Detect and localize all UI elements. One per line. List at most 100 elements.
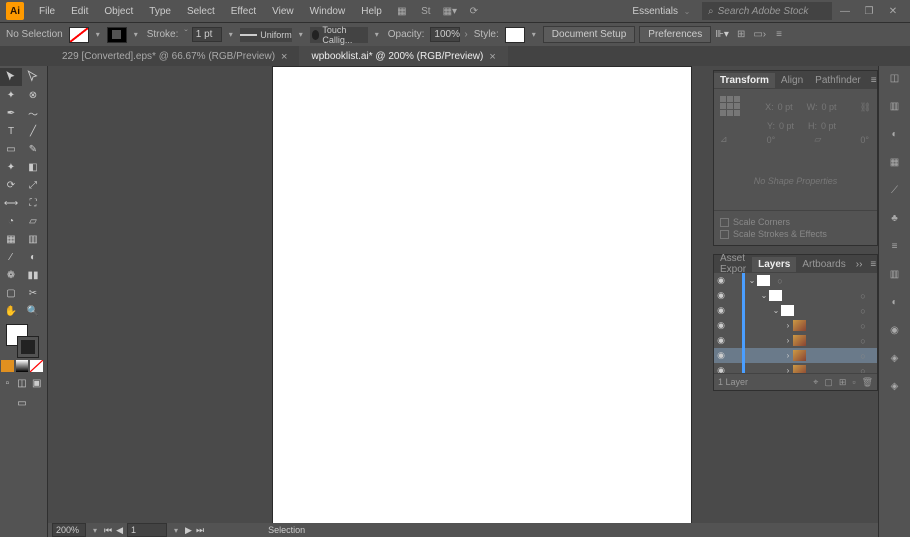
expand-arrow-icon[interactable]: ⌄ <box>747 276 757 285</box>
tab-transform[interactable]: Transform <box>714 73 775 88</box>
shaper-tool[interactable]: ✦ <box>0 158 22 176</box>
menu-object[interactable]: Object <box>97 3 140 20</box>
controlbar-menu-icon[interactable]: ≡ <box>776 29 782 40</box>
shape-builder-tool[interactable]: ◔ <box>0 212 22 230</box>
menu-help[interactable]: Help <box>354 3 389 20</box>
opacity-arrow[interactable]: › <box>464 29 467 40</box>
nav-last-icon[interactable]: ⏭ <box>196 525 204 536</box>
gradient-tool[interactable]: ▥ <box>22 230 44 248</box>
brushes-panel-icon[interactable]: ⟋ <box>885 180 905 200</box>
expand-arrow-icon[interactable]: › <box>783 351 793 360</box>
appearance-panel-icon[interactable]: ◉ <box>885 320 905 340</box>
preferences-button[interactable]: Preferences <box>639 26 711 43</box>
blend-tool[interactable]: ◐ <box>22 248 44 266</box>
slice-tool[interactable]: ✂ <box>22 284 44 302</box>
layer-name[interactable]: ○ <box>774 276 877 286</box>
gpu-icon[interactable]: ⟳ <box>465 2 483 20</box>
menu-type[interactable]: Type <box>142 3 178 20</box>
essentials-collapse[interactable]: ⊞ <box>737 29 745 40</box>
target-icon[interactable]: ○ <box>857 291 869 301</box>
rectangle-tool[interactable]: ▭ <box>0 140 22 158</box>
menu-effect[interactable]: Effect <box>224 3 263 20</box>
free-transform-tool[interactable]: ⛶ <box>22 194 44 212</box>
menu-edit[interactable]: Edit <box>64 3 95 20</box>
brush-dropdown[interactable]: ▾ <box>372 28 382 42</box>
zoom-level[interactable]: 200% <box>52 523 86 537</box>
properties-panel-icon[interactable]: ◫ <box>885 68 905 88</box>
visibility-toggle-icon[interactable]: ◉ <box>714 290 728 301</box>
delete-layer-icon[interactable]: 🗑 <box>862 377 873 388</box>
y-value[interactable]: 0 pt <box>777 121 796 131</box>
stroke-stepper-down[interactable]: ˇ <box>184 29 187 40</box>
w-value[interactable]: 0 pt <box>819 102 838 112</box>
width-tool[interactable]: ⟷ <box>0 194 22 212</box>
layer-row[interactable]: ◉ › ○ <box>714 348 877 363</box>
layer-row[interactable]: ◉ ⌄ ○ <box>714 288 877 303</box>
artboard-nav-dropdown[interactable]: ▾ <box>171 523 181 537</box>
layer-row[interactable]: ◉›○ <box>714 318 877 333</box>
visibility-toggle-icon[interactable]: ◉ <box>714 275 728 286</box>
menu-window[interactable]: Window <box>303 3 353 20</box>
tab-align[interactable]: Align <box>775 73 809 88</box>
stroke-profile[interactable]: Uniform <box>240 28 292 42</box>
layer-row[interactable]: ◉›○ <box>714 363 877 373</box>
arrange-icon[interactable]: ▦▾ <box>441 2 459 20</box>
tab-artboards[interactable]: Artboards <box>796 257 851 272</box>
paintbrush-tool[interactable]: ✎ <box>22 140 44 158</box>
panel-menu-icon[interactable]: ≡ <box>866 259 880 270</box>
align-icon[interactable]: ⊪▾ <box>715 29 729 40</box>
brush-preview[interactable]: Touch Callig... <box>310 27 368 43</box>
expand-arrow-icon[interactable]: ⌄ <box>771 306 781 315</box>
swatches-panel-icon[interactable]: ▦ <box>885 152 905 172</box>
fill-swatch[interactable] <box>69 27 89 43</box>
angle-value[interactable]: 0° <box>765 135 778 145</box>
opacity-input[interactable]: 100% <box>430 27 460 42</box>
perspective-tool[interactable]: ▱ <box>22 212 44 230</box>
x-value[interactable]: 0 pt <box>776 102 795 112</box>
visibility-toggle-icon[interactable]: ◉ <box>714 350 728 361</box>
window-close[interactable]: ✕ <box>882 2 904 20</box>
target-icon[interactable]: ○ <box>857 366 869 374</box>
expand-arrow-icon[interactable]: › <box>783 321 793 330</box>
expand-arrow-icon[interactable]: ⌄ <box>759 291 769 300</box>
scale-corners-checkbox[interactable] <box>720 218 729 227</box>
lasso-tool[interactable]: ⊗ <box>22 86 44 104</box>
search-stock-input[interactable]: ⌕ Search Adobe Stock <box>702 2 832 20</box>
libraries-panel-icon[interactable]: ▥ <box>885 96 905 116</box>
shear-value[interactable]: 0° <box>858 135 871 145</box>
screen-mode[interactable]: ▭ <box>0 394 44 412</box>
scale-tool[interactable]: ⤢ <box>22 176 44 194</box>
symbols-panel-icon[interactable]: ♣ <box>885 208 905 228</box>
stroke-panel-icon[interactable]: ≡ <box>885 236 905 256</box>
artboard-nav[interactable]: 1 <box>127 523 167 537</box>
fill-stroke-indicator[interactable] <box>2 322 45 358</box>
expand-arrow-icon[interactable]: › <box>783 336 793 345</box>
draw-inside[interactable]: ▣ <box>29 374 44 392</box>
stroke-weight-dropdown[interactable]: ▾ <box>226 28 236 42</box>
window-maximize[interactable]: ❐ <box>858 2 880 20</box>
target-icon[interactable]: ○ <box>857 336 869 346</box>
document-setup-button[interactable]: Document Setup <box>543 26 636 43</box>
artboard-tool[interactable]: ▢ <box>0 284 22 302</box>
reference-point-grid[interactable] <box>720 96 742 118</box>
workspace-switcher[interactable]: Essentials ⌄ <box>624 4 700 18</box>
tab-pathfinder[interactable]: Pathfinder <box>809 73 867 88</box>
target-icon[interactable]: ○ <box>857 321 869 331</box>
style-dropdown[interactable]: ▾ <box>529 28 539 42</box>
nav-prev-icon[interactable]: ◀ <box>116 525 123 536</box>
clipping-mask-icon[interactable]: ▢ <box>824 377 833 388</box>
tab-229-converted[interactable]: 229 [Converted].eps* @ 66.67% (RGB/Previ… <box>50 46 299 66</box>
direct-selection-tool[interactable] <box>22 68 44 86</box>
stroke-color-swatch[interactable] <box>17 336 39 358</box>
scale-strokes-checkbox[interactable] <box>720 230 729 239</box>
stroke-color-dropdown[interactable]: ▾ <box>131 28 141 42</box>
bridge-icon[interactable]: ▦ <box>393 2 411 20</box>
expand-arrow-icon[interactable]: › <box>783 366 793 373</box>
color-panel-icon[interactable]: ◐ <box>885 124 905 144</box>
hand-tool[interactable]: ✋ <box>0 302 22 320</box>
stroke-weight-input[interactable]: 1 pt <box>192 27 222 42</box>
selection-tool[interactable] <box>0 68 22 86</box>
target-icon[interactable]: ○ <box>857 351 869 361</box>
draw-normal[interactable]: ▫ <box>0 374 15 392</box>
menu-select[interactable]: Select <box>180 3 222 20</box>
